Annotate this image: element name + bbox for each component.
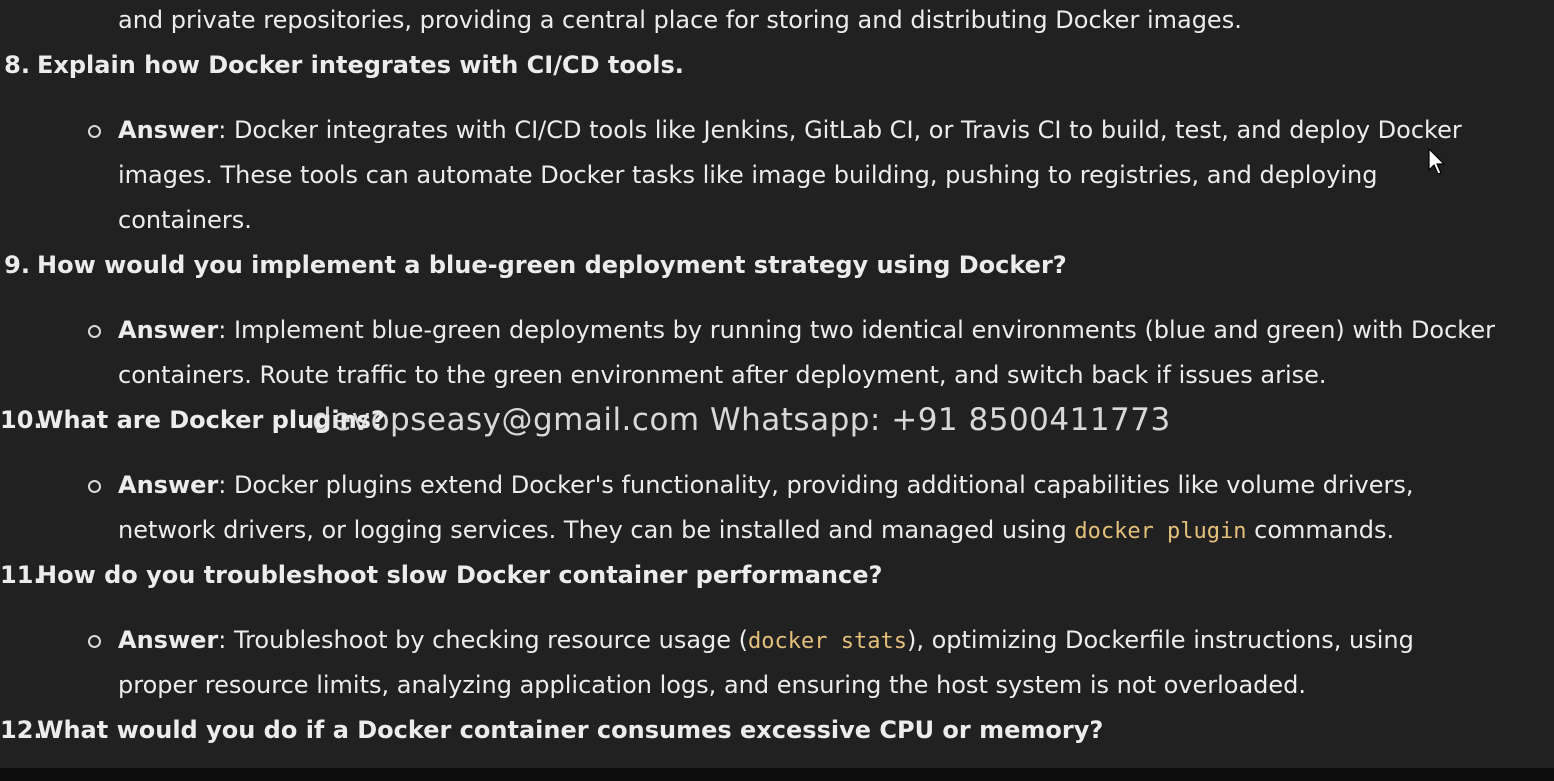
question-number: 10. <box>0 406 43 434</box>
answer-line: images. These tools can automate Docker … <box>118 161 1378 189</box>
answer-text: : Implement blue-green deployments by ru… <box>218 316 1495 344</box>
question-number: 11. <box>0 561 43 589</box>
answer-label: Answer <box>118 626 219 654</box>
question-number: 8. <box>4 51 30 79</box>
answer-line: proper resource limits, analyzing applic… <box>118 671 1307 699</box>
answer-text: network drivers, or logging services. Th… <box>118 516 1075 544</box>
answer-text: ), optimizing Dockerfile instructions, u… <box>906 626 1414 654</box>
previous-answer-continuation: and private repositories, providing a ce… <box>118 6 1242 34</box>
question-heading: How do you troubleshoot slow Docker cont… <box>37 561 883 589</box>
answer-text: commands. <box>1246 516 1395 544</box>
answer-line: containers. Route traffic to the green e… <box>118 361 1327 389</box>
mouse-cursor-icon <box>1428 148 1446 175</box>
bullet-icon <box>88 480 101 493</box>
question-heading: How would you implement a blue-green dep… <box>37 251 1067 279</box>
inline-code: docker stats <box>748 629 907 654</box>
chat-response-content: and private repositories, providing a ce… <box>0 0 1554 781</box>
watermark-text: devopseasy@gmail.com Whatsapp: +91 85004… <box>312 402 1171 438</box>
answer-line: Answer: Troubleshoot by checking resourc… <box>118 625 1414 657</box>
bullet-icon <box>88 325 101 338</box>
answer-label: Answer <box>118 471 219 499</box>
question-heading: Explain how Docker integrates with CI/CD… <box>37 51 684 79</box>
answer-text: : Docker integrates with CI/CD tools lik… <box>218 116 1462 144</box>
answer-line: network drivers, or logging services. Th… <box>118 515 1394 547</box>
question-heading: What would you do if a Docker container … <box>37 716 1104 744</box>
inline-code: docker plugin <box>1074 519 1247 544</box>
answer-text: : Docker plugins extend Docker's functio… <box>218 471 1414 499</box>
answer-text: : Troubleshoot by checking resource usag… <box>218 626 749 654</box>
question-number: 9. <box>4 251 30 279</box>
answer-line: containers. <box>118 206 252 234</box>
answer-label: Answer <box>118 116 219 144</box>
answer-label: Answer <box>118 316 219 344</box>
answer-line: Answer: Docker integrates with CI/CD too… <box>118 115 1462 145</box>
bottom-bar <box>0 768 1554 781</box>
answer-line: Answer: Docker plugins extend Docker's f… <box>118 470 1414 500</box>
bullet-icon <box>88 125 101 138</box>
bullet-icon <box>88 635 101 648</box>
question-number: 12. <box>0 716 43 744</box>
answer-line: Answer: Implement blue-green deployments… <box>118 315 1495 345</box>
